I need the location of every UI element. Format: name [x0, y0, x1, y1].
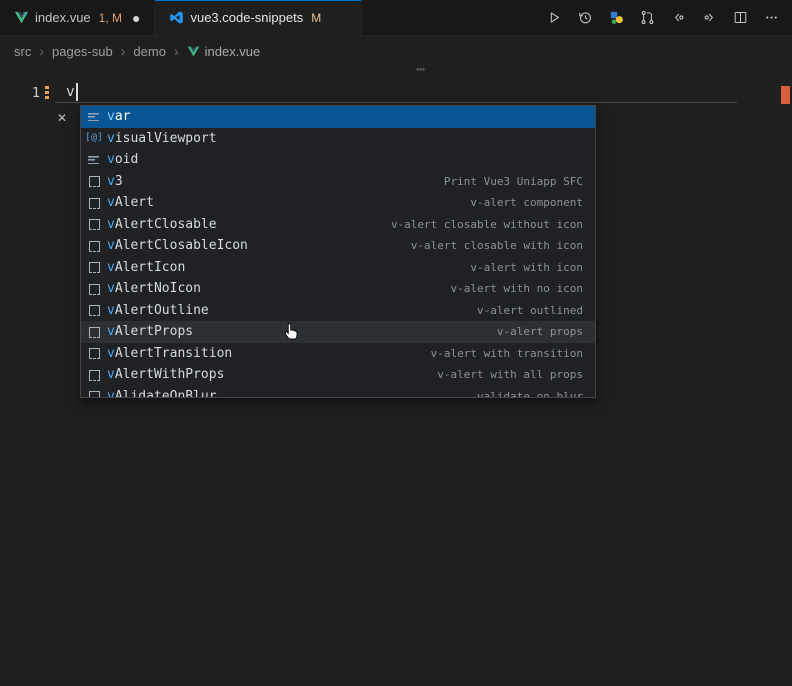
tab-decoration: M: [311, 11, 321, 25]
vue-logo-icon: [187, 45, 200, 58]
suggest-item-detail: v-alert props: [477, 325, 583, 338]
suggest-item-label: vAlert: [107, 195, 154, 210]
timeline-history-icon[interactable]: [572, 5, 598, 31]
suggest-item[interactable]: vAlertNoIcon v-alert with no icon: [81, 278, 595, 300]
suggest-item[interactable]: v3 Print Vue3 Uniapp SFC: [81, 171, 595, 193]
suggest-item-label: void: [107, 152, 138, 167]
suggest-item[interactable]: vAlertIcon v-alert with icon: [81, 257, 595, 279]
suggest-item-detail: v-alert with icon: [450, 261, 583, 274]
overview-ruler-marker: [781, 86, 790, 104]
text-cursor: [76, 83, 78, 101]
breadcrumb-separator: ›: [174, 43, 179, 59]
symbol-snippet-icon: [85, 195, 104, 211]
symbol-snippet-icon: [85, 259, 104, 275]
symbol-keyword-icon: [85, 152, 104, 168]
symbol-snippet-icon: [85, 173, 104, 189]
suggest-item-detail: v-alert component: [450, 196, 583, 209]
breadcrumb-separator: ›: [39, 43, 44, 59]
suggest-item[interactable]: void: [81, 149, 595, 171]
line-number: 1: [18, 85, 40, 101]
current-line-border: [55, 102, 737, 103]
tab-title: vue3.code-snippets: [190, 10, 303, 25]
symbol-snippet-icon: [85, 281, 104, 297]
symbol-keyword-icon: [85, 109, 104, 125]
vscode-window: index.vue 1, M ● vue3.code-snippets M: [0, 0, 792, 686]
navigate-forward-icon[interactable]: [696, 5, 722, 31]
vscode-logo-icon: [169, 10, 184, 25]
suggest-item-label: v3: [107, 174, 123, 189]
suggest-widget: var visualViewport void v3 Print Vue3 Un…: [80, 105, 596, 398]
suggest-item-label: vAlertNoIcon: [107, 281, 201, 296]
suggest-item-label: vAlertClosableIcon: [107, 238, 248, 253]
suggest-item[interactable]: vAlertProps v-alert props: [81, 321, 595, 343]
suggest-item-label: vAlertIcon: [107, 260, 185, 275]
suggest-item-detail: v-alert closable with icon: [391, 239, 583, 252]
suggest-item-detail: v-alert outlined: [457, 304, 583, 317]
suggest-item[interactable]: vAlertTransition v-alert with transition: [81, 343, 595, 365]
breadcrumb: src › pages-sub › demo › index.vue: [0, 36, 792, 66]
suggest-item[interactable]: vAlertOutline v-alert outlined: [81, 300, 595, 322]
suggest-item-label: var: [107, 109, 130, 124]
symbol-snippet-icon: [85, 345, 104, 361]
symbol-variable-icon: [85, 130, 104, 146]
tab-index-vue[interactable]: index.vue 1, M ●: [0, 0, 155, 35]
git-pull-request-icon[interactable]: [634, 5, 660, 31]
suggest-item[interactable]: vAlert v-alert component: [81, 192, 595, 214]
symbol-snippet-icon: [85, 302, 104, 318]
suggest-item-label: vAlertOutline: [107, 303, 209, 318]
breadcrumb-item-pages-sub[interactable]: pages-sub: [52, 44, 113, 59]
breadcrumb-item-demo[interactable]: demo: [133, 44, 166, 59]
suggest-item-detail: validate on blur: [457, 390, 583, 398]
suggest-item[interactable]: var: [81, 106, 595, 128]
symbol-snippet-icon: [85, 367, 104, 383]
suggest-item-label: vAlertTransition: [107, 346, 232, 361]
more-actions-icon[interactable]: [758, 5, 784, 31]
fold-ellipsis: ⋯: [416, 60, 425, 78]
tab-decoration: 1, M: [99, 11, 122, 25]
close-icon[interactable]: ✕: [57, 112, 67, 124]
navigate-back-icon[interactable]: [665, 5, 691, 31]
gutter-modified-marker: [45, 86, 49, 101]
dirty-indicator[interactable]: ●: [132, 11, 140, 25]
suggest-item[interactable]: vAlertClosable v-alert closable without …: [81, 214, 595, 236]
suggest-item-label: vAlidateOnBlur: [107, 389, 217, 398]
suggest-item-detail: v-alert closable without icon: [371, 218, 583, 231]
breadcrumb-separator: ›: [121, 43, 126, 59]
symbol-snippet-icon: [85, 238, 104, 254]
suggest-item-detail: Print Vue3 Uniapp SFC: [424, 175, 583, 188]
mouse-pointer-icon: [281, 322, 301, 344]
tab-title: index.vue: [35, 10, 91, 25]
code-line[interactable]: v: [66, 84, 75, 100]
suggest-item[interactable]: visualViewport: [81, 128, 595, 150]
suggest-item-label: vAlertWithProps: [107, 367, 224, 382]
tab-vue3-code-snippets[interactable]: vue3.code-snippets M: [155, 0, 362, 35]
suggest-item-label: vAlertProps: [107, 324, 193, 339]
suggest-item-detail: v-alert with transition: [411, 347, 583, 360]
suggest-item-detail: v-alert with all props: [417, 368, 583, 381]
breadcrumb-item-file[interactable]: index.vue: [187, 44, 261, 59]
extension-colorful-icon[interactable]: [603, 5, 629, 31]
editor-actions: [541, 0, 792, 35]
suggest-item-label: visualViewport: [107, 131, 217, 146]
run-icon[interactable]: [541, 5, 567, 31]
split-editor-icon[interactable]: [727, 5, 753, 31]
suggest-item-label: vAlertClosable: [107, 217, 217, 232]
suggest-item[interactable]: vAlertClosableIcon v-alert closable with…: [81, 235, 595, 257]
suggest-item[interactable]: vAlidateOnBlur validate on blur: [81, 386, 595, 399]
breadcrumb-item-src[interactable]: src: [14, 44, 31, 59]
suggest-item[interactable]: vAlertWithProps v-alert with all props: [81, 364, 595, 386]
suggest-item-detail: v-alert with no icon: [431, 282, 583, 295]
vue-logo-icon: [14, 10, 29, 25]
symbol-snippet-icon: [85, 216, 104, 232]
tab-bar: index.vue 1, M ● vue3.code-snippets M: [0, 0, 792, 36]
symbol-snippet-icon: [85, 388, 104, 398]
symbol-snippet-icon: [85, 324, 104, 340]
